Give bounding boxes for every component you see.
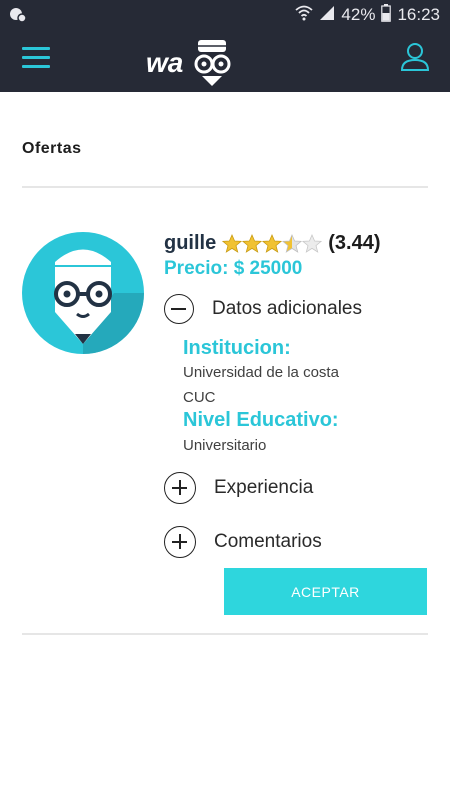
battery-icon (381, 3, 392, 27)
app-bar: wa (0, 30, 450, 92)
battery-percent: 42% (341, 5, 376, 24)
app-logo: wa (146, 36, 241, 88)
section-label: Comentarios (214, 531, 322, 552)
price: Precio: $ 25000 (164, 258, 303, 279)
empty-star-icon (302, 233, 323, 253)
section-label: Experiencia (214, 477, 314, 498)
notification-icon (8, 6, 28, 24)
institucion-label: Institucion: (183, 337, 291, 359)
institucion-line-2: CUC (183, 389, 216, 406)
star-icon (262, 233, 283, 253)
user-icon[interactable] (400, 42, 430, 72)
nivel-educativo-value: Universitario (183, 437, 267, 454)
hamburger-icon[interactable] (22, 44, 52, 74)
logo-text: wa (146, 47, 183, 78)
section-experiencia[interactable]: Experiencia (164, 472, 313, 504)
rating-stars (222, 233, 323, 254)
accept-button[interactable]: ACEPTAR (224, 568, 427, 615)
provider-name: guille (164, 232, 217, 254)
rating-value: (3.44) (328, 232, 381, 254)
section-comentarios[interactable]: Comentarios (164, 526, 322, 558)
expand-icon[interactable] (164, 526, 196, 558)
section-datos-adicionales[interactable]: Datos adicionales (164, 294, 362, 324)
status-bar: 42% 16:23 (0, 0, 450, 30)
half-star-icon (282, 233, 303, 253)
clock: 16:23 (397, 5, 440, 24)
nivel-educativo-label: Nivel Educativo: (183, 409, 339, 431)
bottom-divider (22, 633, 428, 635)
collapse-icon[interactable] (164, 294, 194, 324)
star-icon (242, 233, 263, 253)
top-divider (22, 186, 428, 188)
star-icon (222, 233, 243, 253)
section-label: Datos adicionales (212, 298, 362, 319)
wifi-icon (295, 5, 314, 26)
page-title: Ofertas (22, 140, 82, 157)
signal-icon (319, 5, 335, 26)
expand-icon[interactable] (164, 472, 196, 504)
institucion-line-1: Universidad de la costa (183, 364, 339, 381)
avatar (22, 232, 144, 354)
